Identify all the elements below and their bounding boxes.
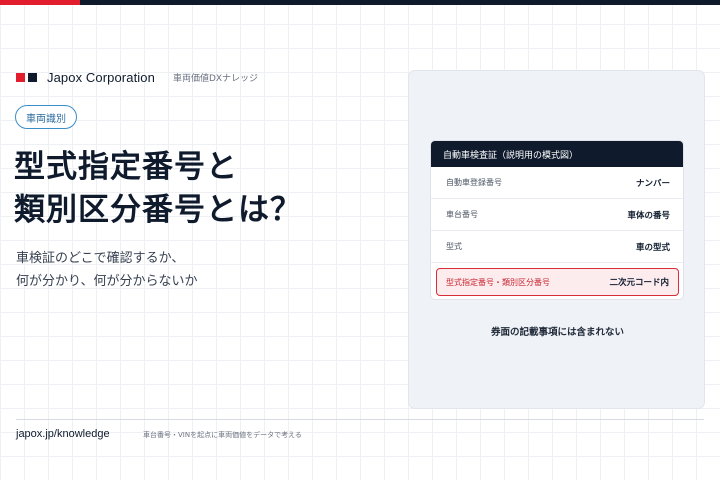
footer-url[interactable]: japox.jp/knowledge xyxy=(16,428,110,440)
description-line-1: 車検証のどこで確認するか、 xyxy=(16,251,185,266)
illustration-panel: 自動車検査証（説明用の模式図） 自動車登録番号 ナンバー 車台番号 車体の番号 … xyxy=(408,70,705,409)
panel-note: 券面の記載事項には含まれない xyxy=(490,327,624,338)
card-row-registration: 自動車登録番号 ナンバー xyxy=(431,167,683,199)
category-tag: 車両識別 xyxy=(15,105,77,129)
row-label: 型式指定番号・類別区分番号 xyxy=(446,277,550,287)
row-value: 車体の番号 xyxy=(627,210,670,221)
card-row-model: 型式 車の型式 xyxy=(431,231,683,263)
brand-header: Japox Corporation 車両価値DXナレッジ xyxy=(16,69,258,85)
row-value: 二次元コード内 xyxy=(609,278,669,288)
brand-name: Japox Corporation xyxy=(47,69,155,85)
row-value: 車の型式 xyxy=(635,242,670,253)
brand-subtitle: 車両価値DXナレッジ xyxy=(172,73,259,84)
inspection-certificate-card: 自動車検査証（説明用の模式図） 自動車登録番号 ナンバー 車台番号 車体の番号 … xyxy=(430,140,684,300)
card-header: 自動車検査証（説明用の模式図） xyxy=(431,141,683,167)
footer-tagline: 車台番号・VINを起点に車両価値をデータで考える xyxy=(143,431,302,439)
row-label: 型式 xyxy=(446,242,462,251)
card-row-highlighted: 型式指定番号・類別区分番号 二次元コード内 xyxy=(436,268,679,296)
top-accent-red xyxy=(0,0,80,5)
page-description: 車検証のどこで確認するか、 何が分かり、何が分からないか xyxy=(16,247,197,293)
row-label: 自動車登録番号 xyxy=(446,178,502,187)
card-row-chassis: 車台番号 車体の番号 xyxy=(431,199,683,231)
row-value: ナンバー xyxy=(635,178,670,189)
description-line-2: 何が分かり、何が分からないか xyxy=(16,274,198,289)
brand-logo xyxy=(16,72,37,82)
logo-red-square xyxy=(16,72,25,82)
top-accent-bar xyxy=(0,0,720,5)
title-line-1: 型式指定番号と xyxy=(14,149,238,185)
page-title: 型式指定番号と 類別区分番号とは？ xyxy=(14,146,302,232)
logo-navy-square xyxy=(28,72,37,82)
title-line-2: 類別区分番号とは？ xyxy=(14,192,302,228)
footer-divider xyxy=(16,419,704,420)
row-label: 車台番号 xyxy=(446,210,478,219)
